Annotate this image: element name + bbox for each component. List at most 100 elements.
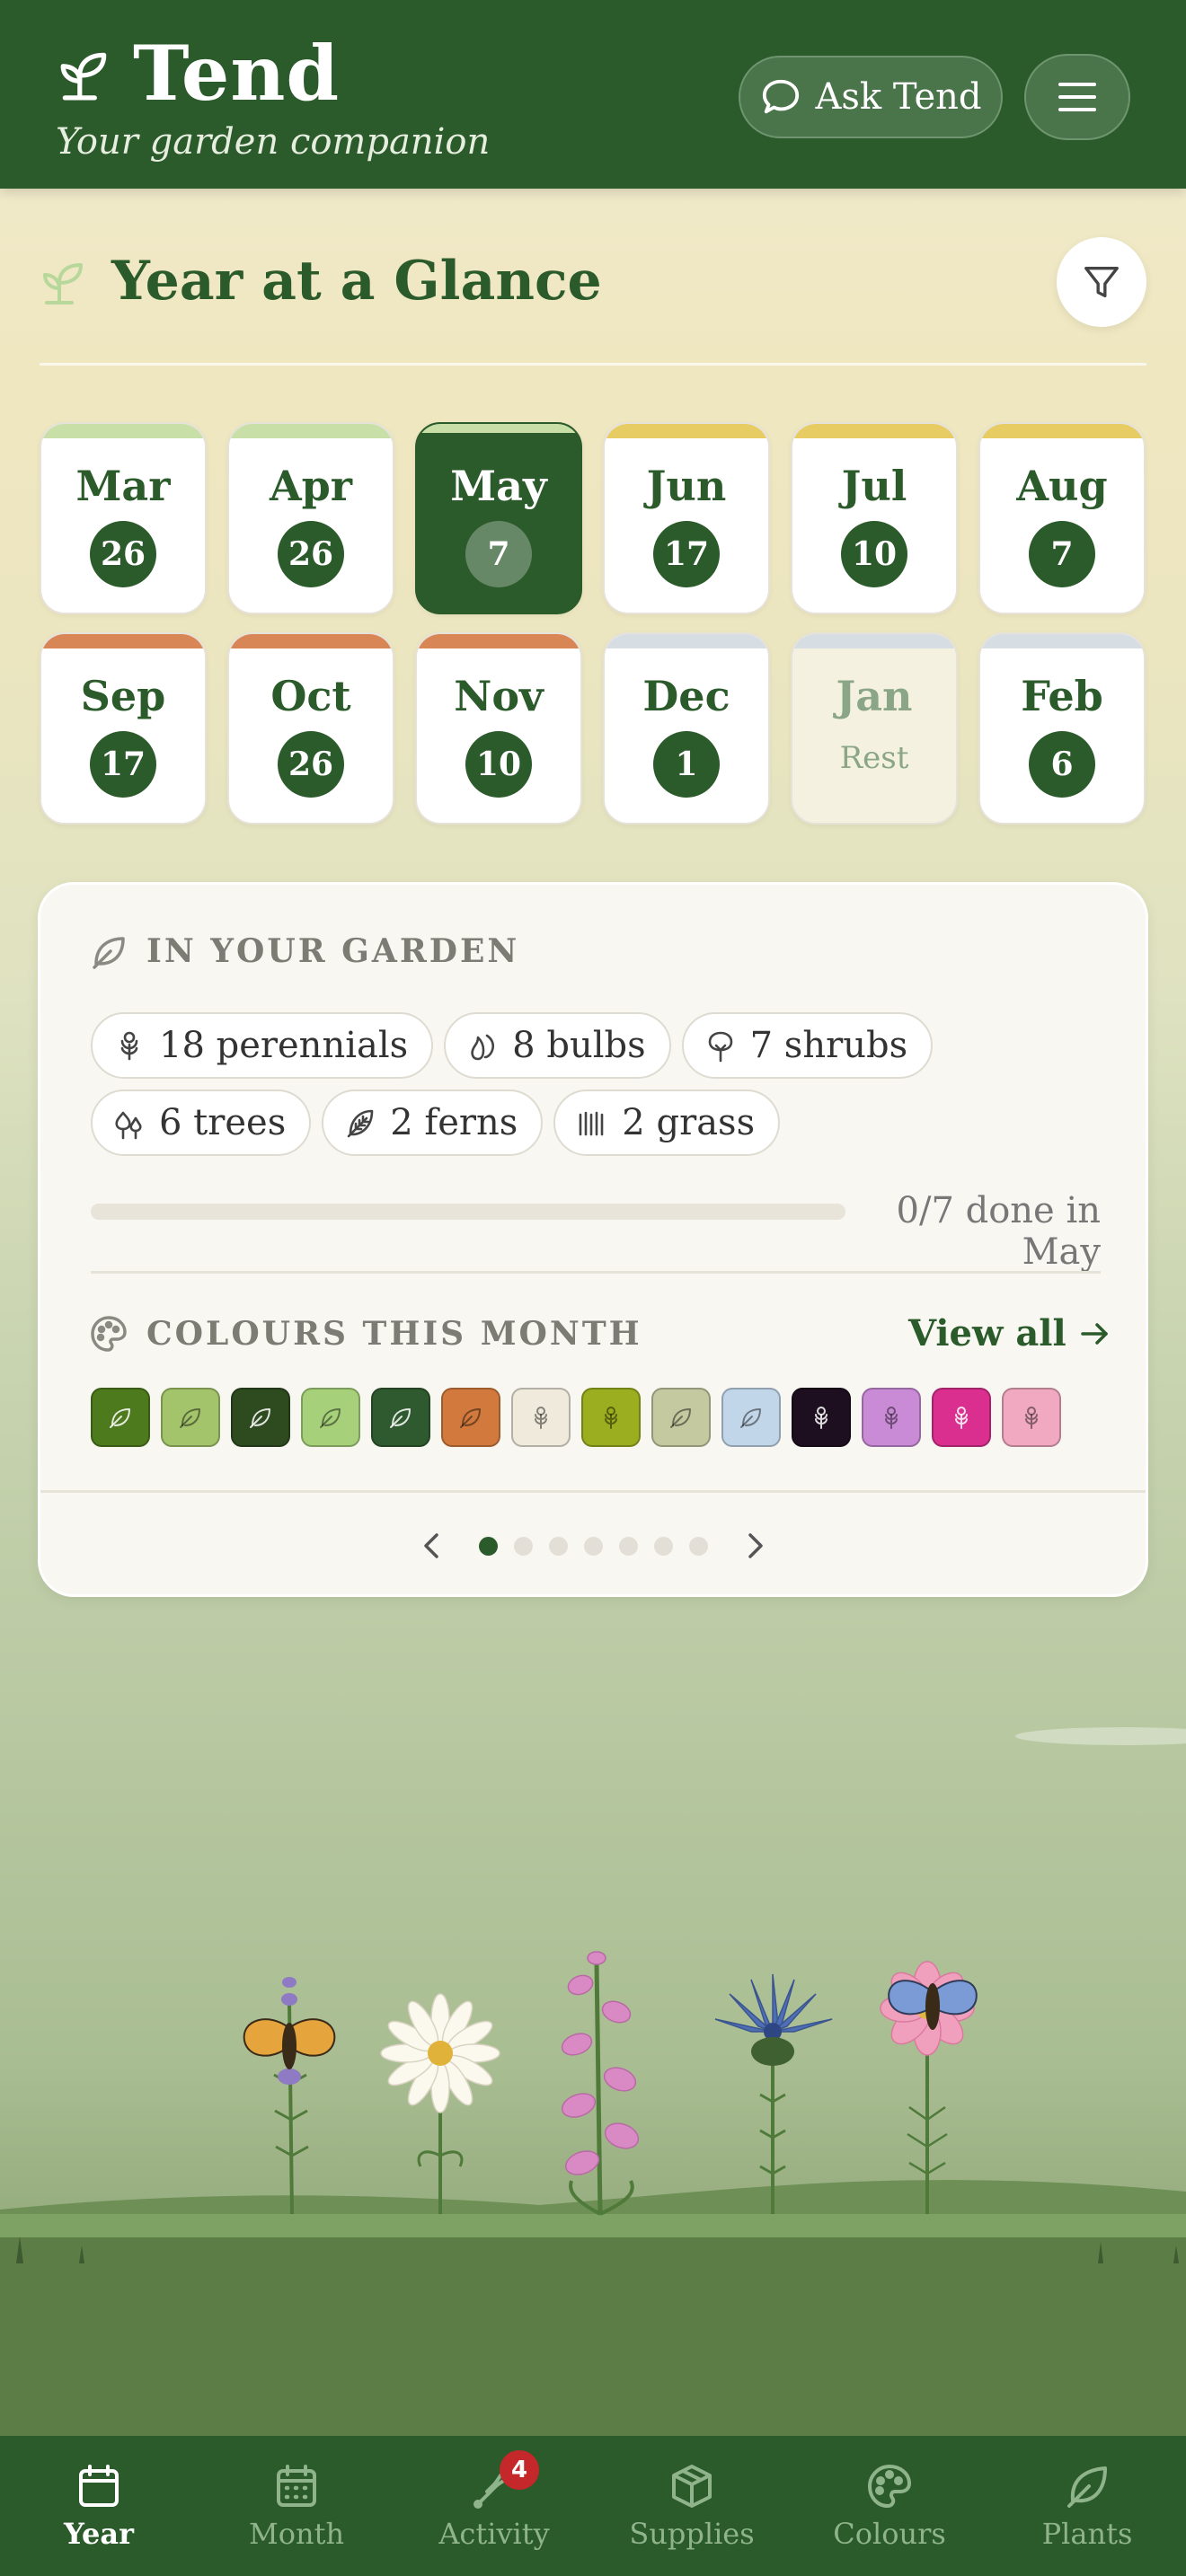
- month-name: Apr: [269, 462, 353, 510]
- month-card-may[interactable]: May 7: [415, 422, 582, 614]
- colour-swatch[interactable]: [651, 1388, 711, 1447]
- month-card-feb[interactable]: Feb 6: [978, 632, 1146, 825]
- plant-type-chip[interactable]: 2 ferns: [322, 1090, 544, 1156]
- month-card-apr[interactable]: Apr 26: [227, 422, 394, 614]
- nav-year[interactable]: Year: [0, 2436, 198, 2576]
- colours-heading: COLOURS THIS MONTH: [89, 1314, 642, 1354]
- month-count: 10: [841, 521, 907, 587]
- month-name: Mar: [75, 462, 171, 510]
- chip-label: 7 shrubs: [749, 1025, 908, 1066]
- divider: [40, 1490, 1146, 1493]
- month-card-jun[interactable]: Jun 17: [603, 422, 770, 614]
- colour-swatch[interactable]: [721, 1388, 781, 1447]
- section-header: Year at a Glance: [41, 250, 602, 313]
- view-all-link[interactable]: View all: [908, 1312, 1113, 1354]
- leaf-icon: [390, 1408, 411, 1428]
- leaf-icon: [460, 1408, 481, 1428]
- month-card-nov[interactable]: Nov 10: [415, 632, 582, 825]
- pager-dot[interactable]: [618, 1536, 638, 1556]
- colour-swatch[interactable]: [91, 1388, 150, 1447]
- chip-label: 2 ferns: [390, 1102, 518, 1143]
- nav-activity[interactable]: Activity 4: [395, 2436, 593, 2576]
- menu-button[interactable]: [1024, 54, 1130, 140]
- month-name: Feb: [1021, 672, 1103, 720]
- colour-swatch[interactable]: [231, 1388, 290, 1447]
- month-count: 10: [465, 731, 532, 798]
- nav-plants[interactable]: Plants: [988, 2436, 1186, 2576]
- ask-tend-button[interactable]: Ask Tend: [739, 56, 1003, 138]
- month-card-aug[interactable]: Aug 7: [978, 422, 1146, 614]
- colour-swatch[interactable]: [511, 1388, 571, 1447]
- colours-heading-text: COLOURS THIS MONTH: [146, 1315, 642, 1353]
- view-all-label: View all: [908, 1312, 1067, 1354]
- month-card-mar[interactable]: Mar 26: [40, 422, 207, 614]
- ask-tend-label: Ask Tend: [815, 76, 982, 118]
- season-band: [229, 424, 393, 438]
- colour-swatch[interactable]: [792, 1388, 851, 1447]
- colour-swatch[interactable]: [371, 1388, 430, 1447]
- pager-dot[interactable]: [583, 1536, 603, 1556]
- month-name: Jun: [646, 462, 727, 510]
- trees-icon: [115, 1111, 142, 1140]
- shrub-icon: [708, 1031, 732, 1063]
- colour-swatch[interactable]: [932, 1388, 991, 1447]
- app-header: Tend Your garden companion Ask Tend: [0, 0, 1186, 189]
- pager-dot[interactable]: [548, 1536, 568, 1556]
- plant-type-chip[interactable]: 8 bulbs: [444, 1012, 671, 1079]
- garden-summary-card: IN YOUR GARDEN 18 perennials 8 bulbs 7 shr…: [38, 882, 1148, 1597]
- colour-swatch[interactable]: [1002, 1388, 1061, 1447]
- nav-supplies[interactable]: Supplies: [593, 2436, 791, 2576]
- colour-swatch[interactable]: [301, 1388, 360, 1447]
- colour-swatch[interactable]: [862, 1388, 921, 1447]
- colour-swatch[interactable]: [581, 1388, 641, 1447]
- colour-swatch[interactable]: [441, 1388, 500, 1447]
- filter-button[interactable]: [1057, 237, 1146, 327]
- nav-month[interactable]: Month: [198, 2436, 395, 2576]
- pager: [40, 1501, 1146, 1591]
- sprout-icon: [43, 263, 83, 304]
- month-count: 26: [278, 521, 344, 587]
- pager-dots: [478, 1536, 708, 1556]
- season-band: [792, 634, 956, 648]
- plant-type-chip[interactable]: 6 trees: [91, 1090, 312, 1156]
- month-name: Jul: [841, 462, 907, 510]
- chevron-right-icon[interactable]: [735, 1526, 774, 1566]
- rest-label: Rest: [839, 740, 909, 776]
- progress-bar: [91, 1204, 845, 1220]
- colour-swatches: [91, 1388, 1061, 1447]
- nav-colours[interactable]: Colours: [791, 2436, 988, 2576]
- nav-label: Year: [63, 2517, 134, 2551]
- grass-strip: [0, 2214, 1186, 2237]
- flower-icon: [605, 1407, 617, 1429]
- month-card-jan[interactable]: Jan Rest: [791, 632, 958, 825]
- pager-dot[interactable]: [688, 1536, 708, 1556]
- nav-label: Plants: [1041, 2517, 1133, 2551]
- month-card-dec[interactable]: Dec 1: [603, 632, 770, 825]
- pager-dot[interactable]: [513, 1536, 533, 1556]
- chevron-left-icon[interactable]: [412, 1526, 452, 1566]
- plant-type-chip[interactable]: 2 grass: [553, 1090, 781, 1156]
- nav-label: Supplies: [629, 2517, 755, 2551]
- month-count: 17: [90, 731, 156, 798]
- perennial-icon: [120, 1031, 138, 1061]
- season-band: [605, 424, 768, 438]
- month-card-jul[interactable]: Jul 10: [791, 422, 958, 614]
- pager-dot[interactable]: [478, 1536, 498, 1556]
- plant-type-chip[interactable]: 7 shrubs: [681, 1012, 934, 1079]
- pager-dot[interactable]: [653, 1536, 673, 1556]
- plant-type-chip[interactable]: 18 perennials: [91, 1012, 434, 1079]
- season-band: [41, 634, 205, 648]
- chat-bubble-icon: [762, 79, 799, 114]
- sprout-logo-icon: [60, 52, 107, 101]
- calendar-icon: [79, 2465, 119, 2507]
- month-card-oct[interactable]: Oct 26: [227, 632, 394, 825]
- month-count: 26: [278, 731, 344, 798]
- month-name: May: [450, 462, 547, 510]
- leaf-icon: [740, 1408, 761, 1428]
- season-band: [417, 424, 580, 433]
- colour-swatch[interactable]: [161, 1388, 220, 1447]
- month-card-sep[interactable]: Sep 17: [40, 632, 207, 825]
- month-count: 6: [1029, 731, 1095, 798]
- month-count: 26: [90, 521, 156, 587]
- month-count: 7: [1029, 521, 1095, 587]
